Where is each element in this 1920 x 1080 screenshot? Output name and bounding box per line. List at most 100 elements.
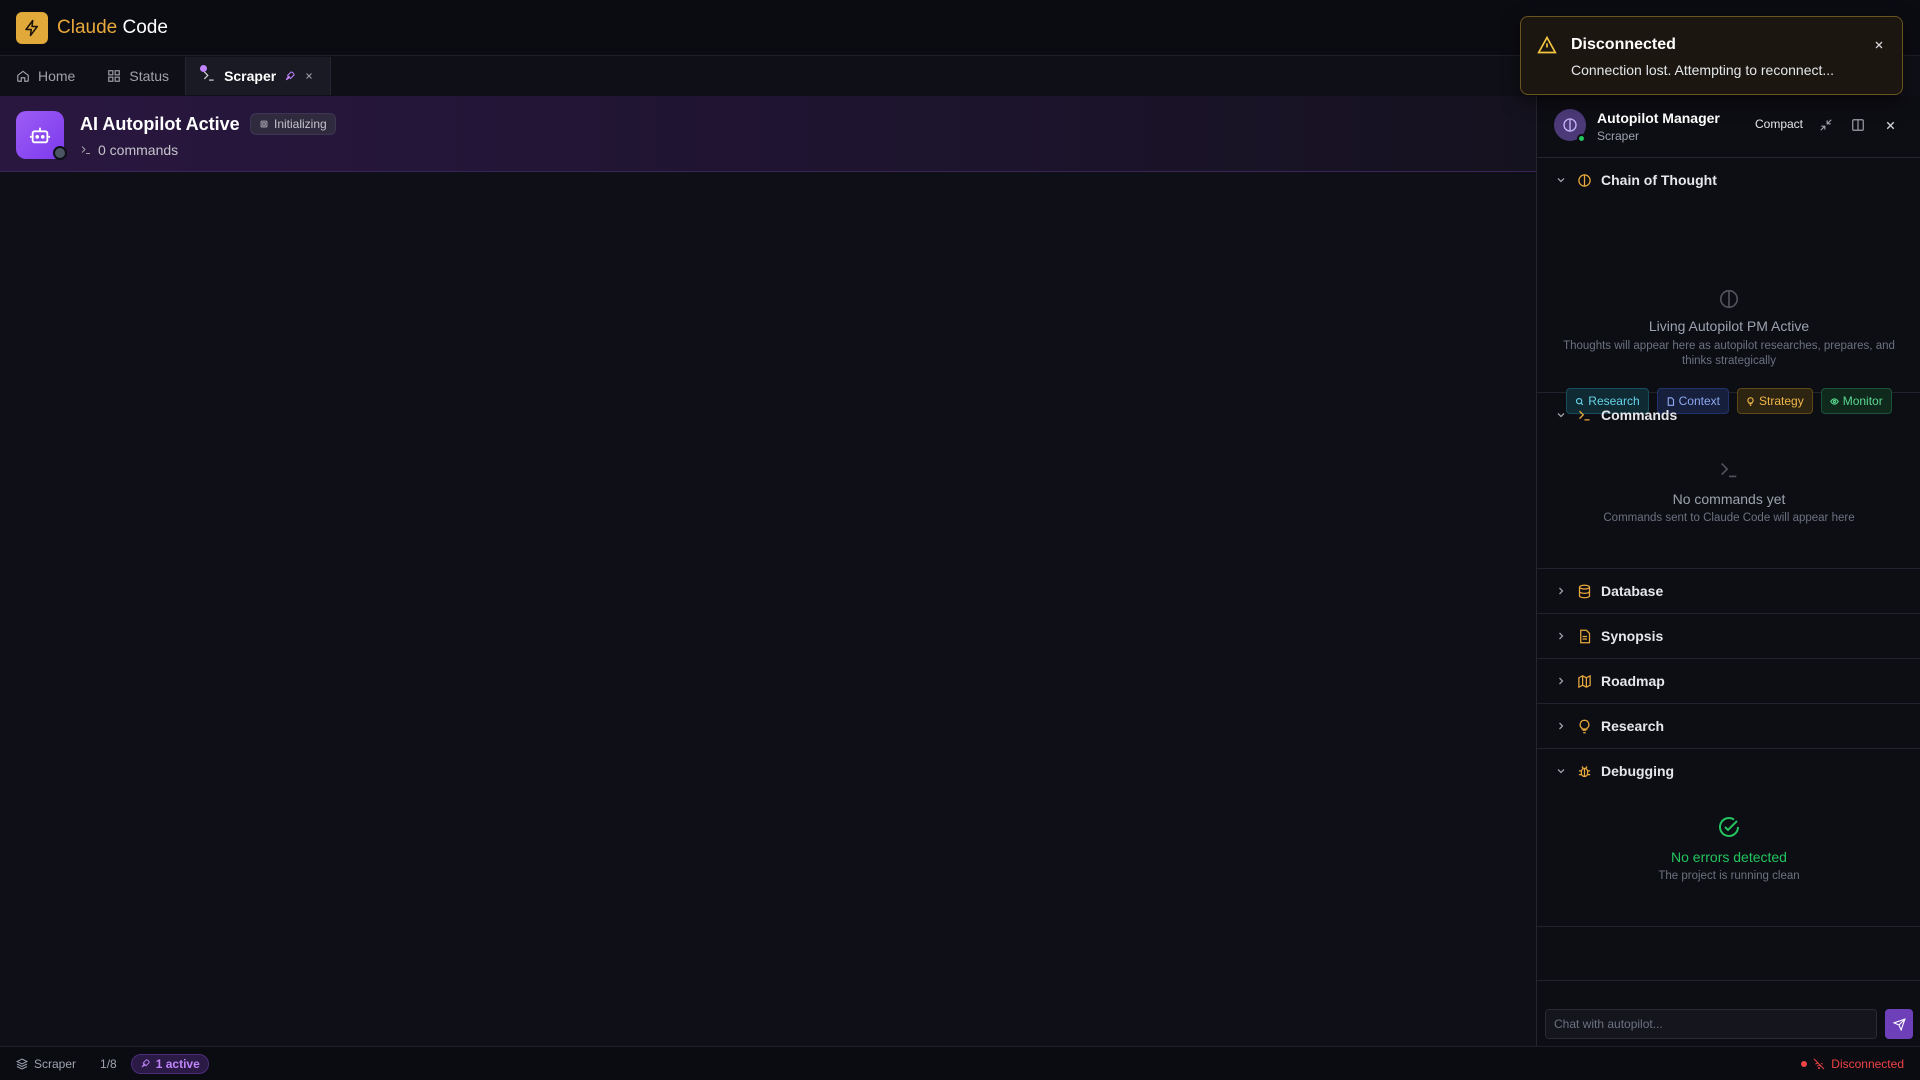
section-synopsis: Synopsis	[1537, 614, 1920, 659]
section-title: Synopsis	[1601, 628, 1664, 644]
chevron-down-icon	[1557, 178, 1565, 183]
section-title: Commands	[1601, 407, 1678, 423]
tab-status[interactable]: Status	[91, 57, 185, 95]
brain-placeholder-icon	[1537, 288, 1920, 310]
tab-label: Home	[38, 68, 76, 84]
chevron-right-icon	[1559, 722, 1564, 730]
section-header[interactable]: Roadmap	[1537, 659, 1920, 703]
active-count-label: 1 active	[155, 1056, 200, 1071]
empty-subtitle: The project is running clean	[1658, 870, 1800, 882]
toast-title: Disconnected	[1571, 36, 1676, 53]
cpu-icon	[260, 120, 268, 128]
terminal-icon	[81, 146, 90, 154]
rocket-icon	[284, 70, 296, 82]
terminal-placeholder-icon	[1537, 459, 1920, 481]
section-title: Chain of Thought	[1601, 172, 1717, 188]
online-indicator	[1577, 134, 1586, 143]
chevron-right-icon	[1559, 587, 1564, 595]
section-chain-of-thought: Chain of Thought Living Autopilot PM Act…	[1537, 158, 1920, 414]
empty-title: No commands yet	[1672, 491, 1786, 507]
autopilot-panel: Autopilot Manager Scraper Compact Chain …	[1536, 96, 1920, 1046]
section-header[interactable]: Chain of Thought	[1537, 158, 1920, 202]
panel-header: Autopilot Manager Scraper Compact	[1537, 96, 1920, 158]
grid-icon	[107, 69, 121, 83]
panel-title: Autopilot Manager	[1597, 110, 1720, 126]
connection-status: Disconnected	[1801, 1047, 1904, 1080]
project-indicator[interactable]: Scraper	[16, 1057, 76, 1071]
close-tab-icon[interactable]	[304, 71, 314, 81]
active-count-badge[interactable]: 1 active	[130, 1053, 209, 1074]
command-count-label: 0 commands	[98, 142, 179, 158]
empty-subtitle: Commands sent to Claude Code will appear…	[1603, 512, 1855, 524]
layers-icon	[16, 1057, 28, 1070]
close-icon[interactable]	[1881, 116, 1899, 134]
split-view-icon[interactable]	[1849, 116, 1867, 134]
section-header[interactable]: Research	[1537, 704, 1920, 748]
map-icon	[1578, 674, 1591, 688]
wifi-off-icon	[1813, 1058, 1825, 1070]
document-icon	[1580, 629, 1591, 643]
home-icon	[16, 69, 30, 83]
project-name: Scraper	[34, 1056, 77, 1071]
lightning-icon[interactable]	[16, 11, 48, 44]
bot-status-dot	[53, 146, 67, 160]
check-circle-icon	[1537, 815, 1920, 839]
brain-icon	[1578, 173, 1591, 187]
app-title: Claude Code	[57, 16, 168, 38]
autopilot-banner: AI Autopilot Active Initializing 0 comma…	[0, 96, 1536, 172]
section-research: Research	[1537, 704, 1920, 749]
section-commands: Commands No commands yet Commands sent t…	[1537, 393, 1920, 569]
send-button[interactable]	[1885, 1009, 1913, 1039]
empty-state: No commands yet Commands sent to Claude …	[1537, 491, 1920, 526]
close-icon[interactable]	[1871, 37, 1887, 53]
tab-bar: Home Status Scraper	[0, 57, 332, 95]
connection-label: Disconnected	[1831, 1057, 1904, 1071]
section-title: Research	[1601, 718, 1665, 734]
empty-state: No errors detected The project is runnin…	[1537, 849, 1920, 884]
disconnected-toast: Disconnected Connection lost. Attempting…	[1520, 16, 1903, 95]
tab-home[interactable]: Home	[0, 57, 91, 95]
section-title: Debugging	[1601, 763, 1675, 779]
warning-icon	[1537, 35, 1557, 54]
bug-icon	[1578, 765, 1591, 777]
section-database: Database	[1537, 569, 1920, 614]
status-dot	[1801, 1061, 1808, 1067]
section-title: Database	[1601, 583, 1664, 599]
chevron-right-icon	[1559, 677, 1564, 685]
chevron-down-icon	[1557, 413, 1565, 418]
status-badge: Initializing	[250, 113, 336, 135]
chat-input[interactable]	[1545, 1009, 1877, 1039]
panel-subtitle: Scraper	[1597, 129, 1640, 143]
command-count: 0 commands	[80, 142, 178, 158]
autopilot-title: AI Autopilot Active	[80, 114, 240, 134]
lightbulb-icon	[1579, 719, 1590, 733]
section-header[interactable]: Debugging	[1537, 749, 1920, 793]
toast-message: Connection lost. Attempting to reconnect…	[1571, 62, 1835, 78]
section-header[interactable]: Database	[1537, 569, 1920, 613]
empty-subtitle: Thoughts will appear here as autopilot r…	[1563, 340, 1895, 367]
status-badge-label: Initializing	[274, 117, 327, 131]
section-roadmap: Roadmap	[1537, 659, 1920, 704]
tab-label: Scraper	[224, 68, 277, 84]
minimize-icon[interactable]	[1817, 116, 1835, 134]
empty-state: Living Autopilot PM Active Thoughts will…	[1537, 318, 1920, 369]
section-header[interactable]: Commands	[1537, 393, 1920, 437]
chevron-right-icon	[1559, 632, 1564, 640]
tab-label: Status	[129, 68, 170, 84]
empty-title: Living Autopilot PM Active	[1648, 318, 1810, 334]
tab-scraper[interactable]: Scraper	[185, 57, 332, 95]
section-title: Roadmap	[1601, 673, 1665, 689]
compact-button[interactable]: Compact	[1749, 114, 1809, 134]
activity-dot	[200, 65, 208, 72]
section-header[interactable]: Synopsis	[1537, 614, 1920, 658]
terminal-icon	[1579, 410, 1590, 420]
empty-title: No errors detected	[1671, 849, 1787, 865]
chevron-down-icon	[1557, 769, 1565, 774]
status-bar: Scraper 1/8 1 active Disconnected	[0, 1046, 1920, 1080]
database-icon	[1578, 584, 1591, 598]
chat-bar	[1537, 980, 1920, 1046]
section-debugging: Debugging No errors detected The project…	[1537, 749, 1920, 927]
rocket-icon	[141, 1059, 150, 1068]
page-indicator: 1/8	[100, 1056, 117, 1071]
send-icon	[1892, 1017, 1906, 1031]
